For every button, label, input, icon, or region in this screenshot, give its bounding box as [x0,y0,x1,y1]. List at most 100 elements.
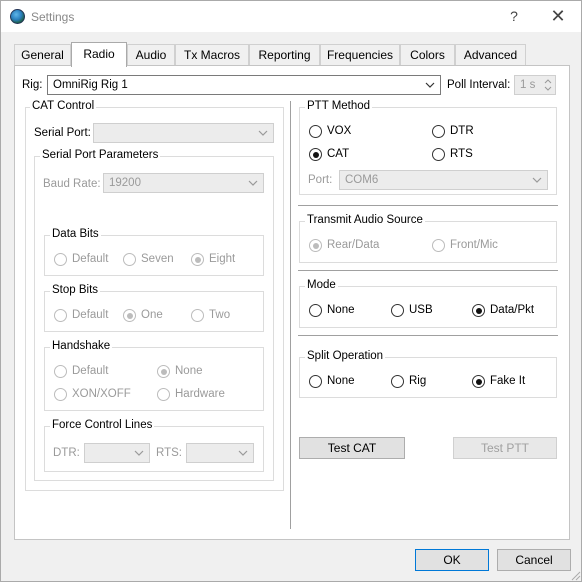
split-rig-label: Rig [409,375,427,387]
tab-tx-macros[interactable]: Tx Macros [175,44,249,65]
chevron-down-icon [248,180,258,186]
ptt-vox-radio[interactable] [309,125,322,138]
vertical-separator [290,101,291,529]
dtr-select[interactable] [84,443,150,463]
tx-audio-rear-label: Rear/Data [327,239,380,251]
rig-select[interactable]: OmniRig Rig 1 [47,75,441,95]
data-bits-eight-label: Eight [209,253,236,265]
mode-none-label: None [327,304,355,316]
data-bits-title: Data Bits [50,228,101,240]
globe-icon [10,9,25,24]
serial-port-select[interactable] [93,123,274,143]
mode-usb-label: USB [409,304,433,316]
data-bits-default-label: Default [72,253,109,265]
ptt-vox-label: VOX [327,125,352,137]
split-rig-radio[interactable] [391,375,404,388]
tab-frequencies[interactable]: Frequencies [320,44,400,65]
stop-bits-one-label: One [141,309,163,321]
separator-2 [298,270,558,271]
chevron-down-icon [134,450,144,456]
poll-interval-value: 1 s [520,79,536,91]
ptt-rts-label: RTS [450,148,473,160]
mode-datapkt-label: Data/Pkt [490,304,535,316]
mode-usb-radio[interactable] [391,304,404,317]
force-control-lines-title: Force Control Lines [50,419,155,431]
mode-datapkt-radio[interactable] [472,304,485,317]
separator-3 [298,335,558,336]
resize-grip-icon[interactable] [569,569,581,581]
handshake-xonxoff-radio[interactable] [54,388,67,401]
test-cat-button[interactable]: Test CAT [299,437,405,459]
mode-none-radio[interactable] [309,304,322,317]
handshake-default-label: Default [72,365,109,377]
data-bits-eight-radio[interactable] [191,253,204,266]
data-bits-seven-radio[interactable] [123,253,136,266]
data-bits-seven-label: Seven [141,253,174,265]
handshake-title: Handshake [50,340,113,352]
split-none-label: None [327,375,355,387]
stop-bits-default-radio[interactable] [54,309,67,322]
rig-value: OmniRig Rig 1 [53,79,128,91]
rig-label: Rig: [22,79,43,91]
ptt-cat-radio[interactable] [309,148,322,161]
separator-1 [298,205,558,206]
stop-bits-two-label: Two [209,309,231,321]
transmit-audio-source-title: Transmit Audio Source [305,214,425,226]
split-operation-title: Split Operation [305,350,386,362]
poll-interval-spinbox[interactable]: 1 s [514,75,556,95]
ptt-port-label: Port: [308,174,333,186]
baud-rate-select[interactable]: 19200 [103,173,264,193]
rts-label: RTS: [156,447,182,459]
test-ptt-button[interactable]: Test PTT [453,437,557,459]
stop-bits-title: Stop Bits [50,284,101,296]
tx-audio-front-radio[interactable] [432,239,445,252]
serial-port-label: Serial Port: [34,127,91,139]
chevron-down-icon [238,450,248,456]
close-button[interactable]: ✕ [541,5,575,27]
window-title: Settings [31,10,75,24]
spin-arrows-icon [544,79,552,91]
tab-advanced[interactable]: Advanced [455,44,526,65]
rts-select[interactable] [186,443,254,463]
stop-bits-one-radio[interactable] [123,309,136,322]
handshake-none-radio[interactable] [157,365,170,378]
tab-general[interactable]: General [14,44,71,65]
ptt-rts-radio[interactable] [432,148,445,161]
ptt-method-title: PTT Method [305,100,373,112]
help-button[interactable]: ? [499,5,529,27]
cancel-button[interactable]: Cancel [497,549,571,571]
tab-colors[interactable]: Colors [400,44,455,65]
ptt-port-value: COM6 [345,174,379,186]
handshake-hardware-radio[interactable] [157,388,170,401]
handshake-hardware-label: Hardware [175,388,225,400]
baud-rate-value: 19200 [109,177,141,189]
handshake-xonxoff-label: XON/XOFF [72,388,131,400]
data-bits-default-radio[interactable] [54,253,67,266]
ptt-cat-label: CAT [327,148,350,160]
handshake-default-radio[interactable] [54,365,67,378]
stop-bits-two-radio[interactable] [191,309,204,322]
chevron-down-icon [532,177,542,183]
tab-radio[interactable]: Radio [71,42,127,67]
cat-control-title: CAT Control [30,100,97,112]
split-fakeit-label: Fake It [490,375,526,387]
ptt-dtr-label: DTR [450,125,474,137]
baud-rate-label: Baud Rate: [43,178,101,190]
handshake-none-label: None [175,365,203,377]
ptt-dtr-radio[interactable] [432,125,445,138]
tab-reporting[interactable]: Reporting [249,44,320,65]
split-none-radio[interactable] [309,375,322,388]
tab-audio[interactable]: Audio [127,44,175,65]
handshake-group [44,347,264,411]
title-bar: Settings ? ✕ [1,1,581,32]
settings-dialog: Settings ? ✕ General Radio Audio Tx Macr… [0,0,582,582]
tx-audio-front-label: Front/Mic [450,239,498,251]
dtr-label: DTR: [53,447,80,459]
ptt-port-select[interactable]: COM6 [339,170,548,190]
stop-bits-default-label: Default [72,309,109,321]
ok-button[interactable]: OK [415,549,489,571]
serial-params-title: Serial Port Parameters [40,149,161,161]
tx-audio-rear-radio[interactable] [309,239,322,252]
split-fakeit-radio[interactable] [472,375,485,388]
mode-title: Mode [305,279,338,291]
